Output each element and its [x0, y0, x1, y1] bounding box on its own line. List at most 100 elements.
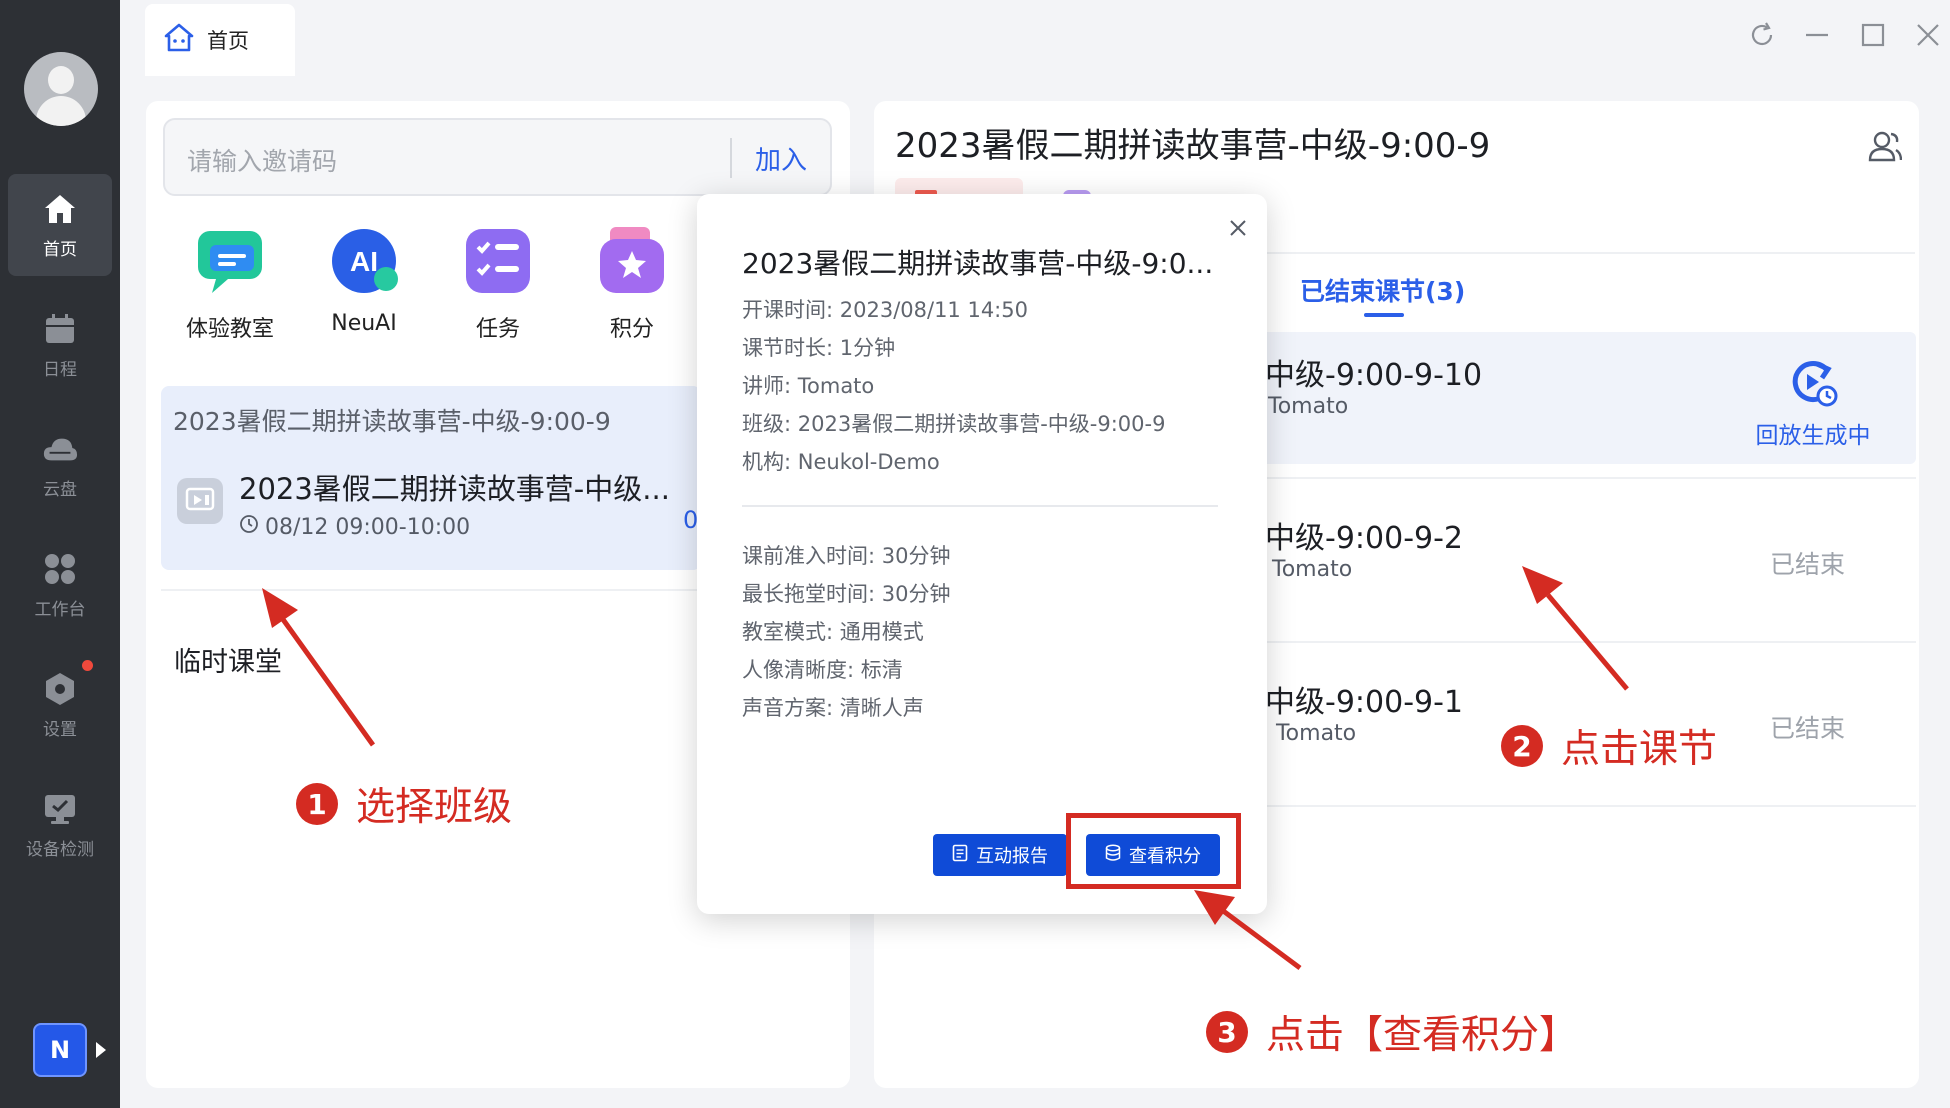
replay-status: 回放生成中 [1748, 356, 1878, 450]
truncated-text: 0 [683, 506, 699, 534]
setting-overtime: 最长拖堂时间: 30分钟 [742, 582, 951, 606]
sidebar-item-label: 日程 [43, 359, 77, 380]
tab-underline [1364, 313, 1404, 317]
workbench-icon [42, 551, 78, 587]
class-name: 2023暑假二期拼读故事营-中级-9:00-9 [173, 407, 611, 436]
annotation-step-3: 3 点击【查看积分】 [1206, 1004, 1578, 1060]
notification-dot [82, 660, 93, 671]
annotation-step-1: 1 选择班级 [296, 776, 512, 832]
tab-home[interactable]: 首页 [145, 4, 295, 76]
sidebar-item-cloud[interactable]: 云盘 [8, 414, 112, 516]
user-avatar[interactable] [24, 52, 98, 126]
org-badge[interactable]: N [33, 1023, 87, 1077]
sidebar-item-settings[interactable]: 设置 [8, 654, 112, 756]
sidebar-item-label: 设备检测 [26, 839, 94, 860]
highlight-box [1066, 813, 1241, 889]
divider [1240, 641, 1916, 643]
device-check-icon [42, 791, 78, 827]
setting-audio-scheme: 声音方案: 清晰人声 [742, 696, 924, 720]
class-card[interactable]: 2023暑假二期拼读故事营-中级-9:00-9 2023暑假二期拼读故事营-中级… [161, 386, 701, 570]
step-text: 点击【查看积分】 [1266, 1013, 1579, 1058]
setting-classroom-mode: 教室模式: 通用模式 [742, 620, 924, 644]
divider [161, 589, 701, 591]
sidebar: 首页 日程 云盘 工作台 设置 设备检测 N [0, 0, 120, 1108]
lesson-teacher: , Tomato [1262, 721, 1357, 746]
sidebar-item-label: 工作台 [34, 599, 86, 620]
sidebar-item-home[interactable]: 首页 [8, 174, 112, 276]
sidebar-item-label: 设置 [43, 719, 77, 740]
detail-duration: 课节时长: 1分钟 [742, 336, 896, 360]
divider [730, 138, 732, 178]
sidebar-item-label: 云盘 [43, 479, 77, 500]
sidebar-item-device-check[interactable]: 设备检测 [8, 774, 112, 876]
detail-class: 班级: 2023暑假二期拼读故事营-中级-9:00-9 [742, 412, 1166, 436]
lesson-detail-dialog: 2023暑假二期拼读故事营-中级-9:0... 开课时间: 2023/08/11… [697, 194, 1267, 914]
task-icon [462, 225, 534, 297]
report-icon [952, 844, 968, 867]
dialog-title: 2023暑假二期拼读故事营-中级-9:0... [742, 247, 1214, 280]
lesson-teacher: Tomato [1268, 394, 1349, 419]
points-icon [596, 225, 668, 297]
tab-label: 首页 [207, 29, 249, 53]
classroom-icon [194, 225, 266, 297]
interactive-report-button[interactable]: 互动报告 [933, 834, 1067, 876]
settings-icon [42, 671, 78, 707]
lesson-teacher: Tomato [1272, 557, 1353, 582]
tab-ended-lessons[interactable]: 已结束课节(3) [1300, 272, 1465, 308]
setting-admission-time: 课前准入时间: 30分钟 [742, 544, 951, 568]
divider [1240, 477, 1916, 479]
clock-icon [239, 514, 259, 540]
lesson-time: 08/12 09:00-10:00 [265, 514, 471, 540]
lesson-name: 中级-9:00-9-1 [1265, 685, 1464, 720]
lesson-time-row: 08/12 09:00-10:00 [239, 514, 470, 540]
svg-text:AI: AI [350, 246, 378, 277]
lesson-status: 已结束 [1770, 714, 1846, 743]
lesson-name: 中级-9:00-9-2 [1265, 521, 1464, 556]
close-icon[interactable] [1911, 18, 1945, 52]
invite-code-field[interactable]: 请输入邀请码 加入 [163, 118, 832, 196]
invite-code-placeholder[interactable]: 请输入邀请码 [187, 142, 337, 178]
sidebar-item-workbench[interactable]: 工作台 [8, 534, 112, 636]
cloud-icon [42, 431, 78, 467]
lesson-title: 2023暑假二期拼读故事营-中级... [239, 472, 670, 506]
divider [1240, 805, 1916, 807]
home-outline-icon [163, 22, 195, 58]
refresh-icon[interactable] [1745, 18, 1779, 52]
quick-action-points[interactable]: 积分 [572, 225, 692, 343]
lesson-icon [177, 478, 223, 524]
detail-org: 机构: Neukol-Demo [742, 450, 940, 474]
sidebar-item-label: 首页 [43, 239, 77, 260]
setting-video-quality: 人像清晰度: 标清 [742, 658, 903, 682]
temp-classroom-title: 临时课堂 [174, 647, 282, 678]
annotation-step-2: 2 点击课节 [1501, 718, 1717, 774]
maximize-icon[interactable] [1856, 18, 1890, 52]
quick-action-label: 积分 [609, 317, 654, 342]
detail-teacher: 讲师: Tomato [742, 374, 875, 398]
dialog-close-icon[interactable] [1224, 214, 1252, 242]
class-title: 2023暑假二期拼读故事营-中级-9:00-9 [895, 126, 1491, 166]
members-icon[interactable] [1868, 130, 1903, 166]
replay-status-label: 回放生成中 [1755, 423, 1871, 449]
quick-action-label: 体验教室 [185, 317, 274, 342]
calendar-icon [42, 311, 78, 347]
ai-icon: AI [328, 225, 400, 297]
divider [742, 505, 1218, 507]
quick-action-label: NeuAI [331, 311, 397, 336]
step-text: 选择班级 [356, 785, 513, 830]
sidebar-item-calendar[interactable]: 日程 [8, 294, 112, 396]
quick-action-task[interactable]: 任务 [438, 225, 558, 343]
button-label: 互动报告 [976, 846, 1048, 867]
join-button[interactable]: 加入 [755, 140, 807, 177]
quick-action-neuai[interactable]: AI NeuAI [304, 225, 424, 336]
quick-action-classroom[interactable]: 体验教室 [170, 225, 290, 343]
lesson-status: 已结束 [1770, 550, 1846, 579]
step-text: 点击课节 [1561, 727, 1718, 772]
step-number: 2 [1501, 725, 1543, 767]
lesson-name: 中级-9:00-9-10 [1265, 358, 1483, 393]
step-number: 3 [1206, 1011, 1248, 1053]
expand-arrow-icon[interactable] [96, 1042, 106, 1058]
detail-start-time: 开课时间: 2023/08/11 14:50 [742, 298, 1028, 322]
home-icon [42, 191, 78, 227]
quick-action-label: 任务 [475, 317, 520, 342]
minimize-icon[interactable] [1800, 18, 1834, 52]
